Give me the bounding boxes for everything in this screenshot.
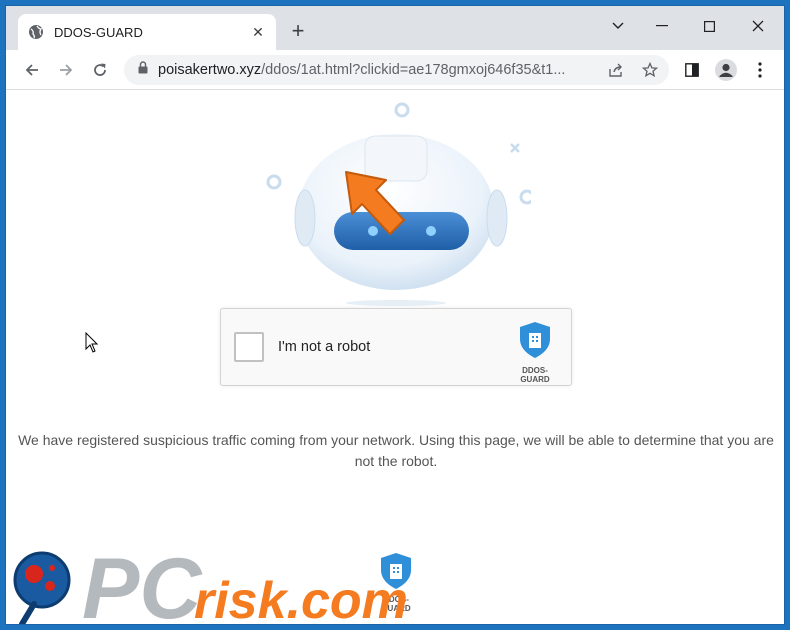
browser-window: DDOS-GUARD ✕ + poisakertwo.xyz/ddos/1at.… [5, 5, 785, 625]
forward-button[interactable] [52, 56, 80, 84]
close-icon[interactable] [736, 12, 780, 40]
menu-button[interactable] [746, 56, 774, 84]
tab-close-icon[interactable]: ✕ [250, 24, 266, 41]
active-tab[interactable]: DDOS-GUARD ✕ [18, 14, 276, 50]
profile-button[interactable] [712, 56, 740, 84]
svg-text:risk.com: risk.com [194, 572, 408, 625]
reload-icon [94, 63, 106, 76]
shield-icon [520, 322, 550, 358]
tab-title: DDOS-GUARD [54, 24, 143, 40]
url-path: /ddos/1at.html?clickid=ae178gmxoj646f35&… [261, 62, 566, 78]
reload-button[interactable] [86, 56, 114, 84]
browser-toolbar: poisakertwo.xyz/ddos/1at.html?clickid=ae… [6, 50, 784, 90]
page-content: I'm not a robot DDOS-GUARD We have regis… [6, 90, 784, 625]
globe-icon [28, 24, 44, 40]
url-domain: poisakertwo.xyz [158, 62, 262, 78]
new-tab-button[interactable]: + [286, 20, 310, 44]
url-text[interactable]: poisakertwo.xyz/ddos/1at.html?clickid=ae… [158, 62, 598, 78]
minimize-icon[interactable] [640, 12, 684, 40]
kebab-menu-icon [758, 62, 762, 78]
side-panel-button[interactable] [678, 56, 706, 84]
side-panel-icon [685, 63, 699, 77]
mouse-cursor-icon [85, 332, 99, 353]
address-bar[interactable]: poisakertwo.xyz/ddos/1at.html?clickid=ae… [124, 55, 669, 85]
svg-text:PC: PC [82, 541, 203, 625]
share-icon[interactable] [602, 55, 630, 85]
warning-message: We have registered suspicious traffic co… [18, 432, 774, 469]
maximize-icon[interactable] [687, 12, 731, 40]
annotation-arrow-icon [345, 171, 405, 235]
captcha-label: I'm not a robot [278, 339, 371, 355]
ddos-guard-logo: DDOS-GUARD [508, 321, 562, 384]
avatar-icon [715, 59, 737, 81]
captcha-logo-text: DDOS-GUARD [520, 366, 550, 384]
forward-arrow-icon [60, 64, 73, 76]
bookmark-star-icon[interactable] [636, 55, 664, 85]
lock-icon[interactable] [138, 61, 148, 79]
captcha-widget: I'm not a robot DDOS-GUARD [220, 308, 572, 386]
pcrisk-watermark-logo: PC risk.com [13, 541, 408, 625]
tab-strip: DDOS-GUARD ✕ + [6, 6, 784, 50]
chevron-down-icon[interactable] [596, 12, 640, 40]
back-button[interactable] [18, 56, 46, 84]
captcha-checkbox[interactable] [234, 332, 264, 362]
back-arrow-icon [25, 64, 38, 76]
